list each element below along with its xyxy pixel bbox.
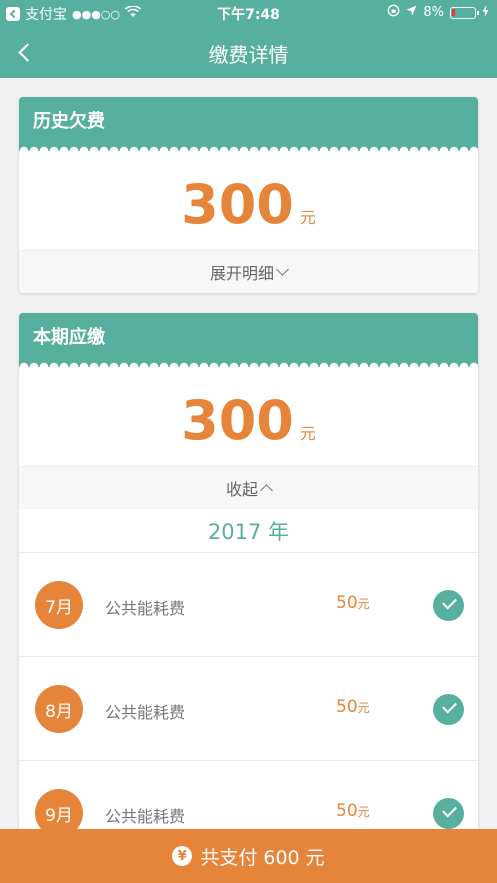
current-card-header: 本期应缴 [19,313,478,359]
location-icon [406,5,417,20]
fee-list-item[interactable]: 8月 公共能耗费 50元 [19,657,478,761]
current-amount-value: 300 [181,389,294,452]
history-arrears-card: 历史欠费 300 元 展开明细 [19,97,478,293]
nav-bar: 缴费详情 [0,26,497,78]
fee-amount: 50元 [336,697,370,717]
history-amount-value: 300 [181,173,294,236]
battery-percent: 8% [423,5,444,20]
fee-name: 公共能耗费 [105,599,186,618]
status-bar: 支付宝 ●●●○○ 下午7:48 8% [0,0,497,26]
rotation-lock-icon [387,4,400,21]
charging-icon [482,4,489,21]
fee-name: 公共能耗费 [105,807,186,826]
current-card-title: 本期应缴 [33,327,105,348]
history-amount-unit: 元 [299,208,316,227]
pay-total-label: 共支付 600 元 [200,846,325,869]
month-badge: 8月 [35,685,83,733]
pay-total-button[interactable]: ¥ 共支付 600 元 [0,829,497,883]
fee-amount-unit: 元 [357,597,370,611]
year-header: 2017 年 [19,509,478,553]
history-card-header: 历史欠费 [19,97,478,143]
check-icon[interactable] [433,590,464,621]
fee-amount-value: 50 [336,593,358,613]
fee-amount-value: 50 [336,697,358,717]
scallop-divider [19,359,478,367]
fee-amount-value: 50 [336,801,358,821]
expand-details-button[interactable]: 展开明细 [19,250,478,293]
check-icon[interactable] [433,694,464,725]
fee-list-item[interactable]: 7月 公共能耗费 50元 [19,553,478,657]
current-period-card: 本期应缴 300 元 收起 2017 年 7月 公共能耗费 50元 8月 公共能… [19,313,478,853]
collapse-details-label: 收起 [225,480,258,499]
fee-amount-unit: 元 [357,701,370,715]
chevron-up-icon [260,484,273,497]
fee-amount: 50元 [336,801,370,821]
expand-details-label: 展开明细 [209,264,274,283]
collapse-details-button[interactable]: 收起 [19,466,478,509]
history-amount: 300 元 [19,151,478,250]
history-card-title: 历史欠费 [33,111,105,132]
yen-icon: ¥ [172,846,193,866]
month-badge: 7月 [35,581,83,629]
current-amount-unit: 元 [299,424,316,443]
check-icon[interactable] [433,798,464,829]
fee-amount-unit: 元 [357,805,370,819]
fee-name: 公共能耗费 [105,703,186,722]
scallop-divider [19,143,478,151]
page-title: 缴费详情 [208,43,289,67]
fee-amount: 50元 [336,593,370,613]
current-amount: 300 元 [19,367,478,466]
battery-icon [450,6,479,19]
chevron-down-icon [276,263,289,276]
status-right: 8% [387,4,489,21]
